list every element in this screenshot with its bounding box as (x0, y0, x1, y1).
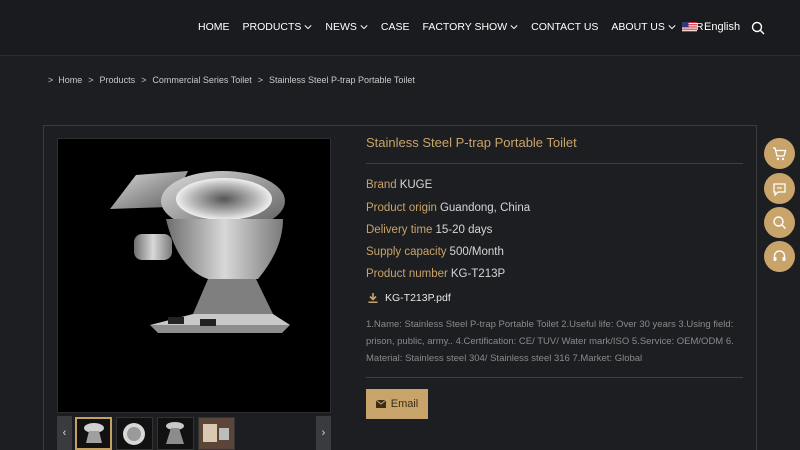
breadcrumb-home[interactable]: Home (58, 75, 82, 85)
divider (366, 377, 743, 378)
search-float-button[interactable] (764, 207, 795, 238)
headset-icon (773, 250, 786, 261)
thumb-prev-button[interactable]: ‹ (57, 416, 72, 450)
search-icon (773, 216, 786, 229)
product-description: 1.Name: Stainless Steel P-trap Portable … (366, 319, 734, 364)
language-label: English (704, 21, 741, 33)
thumbnail-3[interactable] (157, 417, 194, 450)
thumbnail-2[interactable] (116, 417, 153, 450)
chevron-down-icon (668, 25, 676, 30)
spec-origin: Product origin Guandong, China (366, 202, 531, 214)
stainless-toilet-image (110, 171, 290, 333)
pedestal-thumb-image (166, 422, 184, 444)
breadcrumb-lead: > (48, 75, 54, 85)
breadcrumb-current: Stainless Steel P-trap Portable Toilet (268, 75, 415, 85)
thumb-next-button[interactable]: › (316, 416, 331, 450)
search-icon[interactable] (751, 21, 765, 35)
spec-product-number: Product number KG-T213P (366, 268, 506, 280)
product-main-image[interactable] (57, 138, 331, 413)
chevron-down-icon (360, 25, 368, 30)
chevron-down-icon (304, 25, 312, 30)
email-button[interactable]: Email (366, 389, 428, 419)
nav-news[interactable]: NEWS (325, 0, 368, 33)
installed-thumb-image (199, 418, 234, 449)
nav-about-us[interactable]: ABOUT US (611, 0, 676, 33)
cart-float-button[interactable] (764, 138, 795, 169)
spec-brand: Brand KUGE (366, 179, 433, 191)
nav-factory-show[interactable]: FACTORY SHOW (423, 0, 519, 33)
breadcrumb-separator: > (88, 75, 94, 85)
spec-delivery: Delivery time 15-20 days (366, 224, 493, 236)
nav-products[interactable]: PRODUCTS (243, 0, 313, 33)
support-float-button[interactable] (764, 241, 795, 272)
toilet-thumb-image (84, 423, 104, 443)
chat-float-button[interactable] (764, 173, 795, 204)
breadcrumb-products[interactable]: Products (100, 75, 136, 85)
thumbnail-strip: ‹ › (57, 416, 331, 450)
nav-home[interactable]: HOME (198, 0, 230, 33)
breadcrumb: > Home > Products > Commercial Series To… (48, 75, 415, 85)
breadcrumb-commercial-series[interactable]: Commercial Series Toilet (152, 75, 251, 85)
pdf-filename: KG-T213P.pdf (385, 292, 451, 304)
envelope-icon (375, 400, 386, 408)
us-flag-icon (682, 22, 697, 32)
bowl-thumb-image (123, 423, 145, 445)
breadcrumb-separator: > (141, 75, 147, 85)
thumbnail-1[interactable] (75, 417, 112, 450)
download-icon (368, 293, 378, 303)
breadcrumb-separator: > (257, 75, 263, 85)
email-label: Email (390, 398, 419, 410)
chevron-down-icon (510, 25, 518, 30)
thumbnail-4[interactable] (198, 417, 235, 450)
pdf-download-link[interactable]: KG-T213P.pdf (368, 292, 451, 304)
nav-contact-us[interactable]: CONTACT US (531, 0, 598, 33)
language-selector[interactable]: English (682, 21, 740, 33)
divider (366, 163, 743, 164)
nav-case[interactable]: CASE (381, 0, 410, 33)
site-header: HOME PRODUCTS NEWS CASE FACTORY SHOW CON… (0, 0, 800, 56)
cart-icon (773, 146, 787, 160)
product-title: Stainless Steel P-trap Portable Toilet (366, 135, 577, 150)
main-nav: HOME PRODUCTS NEWS CASE FACTORY SHOW CON… (198, 0, 716, 56)
chat-icon (773, 182, 786, 196)
spec-supply: Supply capacity 500/Month (366, 246, 504, 258)
